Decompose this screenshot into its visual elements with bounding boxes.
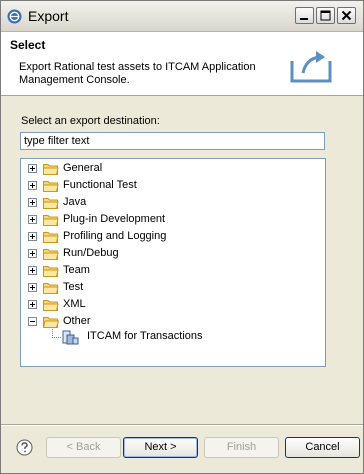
tree-item-java[interactable]: Java [21, 195, 321, 211]
expand-icon[interactable] [28, 249, 37, 258]
tree-item-team[interactable]: Team [21, 263, 321, 279]
tree-item-label: ITCAM for Transactions [85, 330, 205, 342]
export-dialog: Export Select Export Rational test asset… [0, 0, 364, 474]
tree-item-functional-test[interactable]: Functional Test [21, 178, 321, 194]
expand-icon[interactable] [28, 283, 37, 292]
expand-icon[interactable] [28, 181, 37, 190]
tree-connector [52, 337, 61, 338]
eclipse-icon [7, 9, 22, 24]
tree-item-profiling-and-logging[interactable]: Profiling and Logging [21, 229, 321, 245]
expand-icon[interactable] [28, 266, 37, 275]
filter-input[interactable] [20, 132, 325, 150]
next-button[interactable]: Next > [123, 437, 198, 458]
export-wizard-icon [290, 51, 332, 83]
folder-icon [43, 266, 59, 277]
tree-item-run-debug[interactable]: Run/Debug [21, 246, 321, 262]
tree-item-label: Test [63, 281, 84, 293]
cancel-button[interactable]: Cancel [285, 437, 360, 458]
folder-icon [43, 198, 59, 209]
tree-item-general[interactable]: General [21, 161, 321, 177]
title-bar: Export [1, 1, 363, 32]
tree-item-plug-in-development[interactable]: Plug-in Development [21, 212, 321, 228]
expand-icon[interactable] [28, 232, 37, 241]
expand-icon[interactable] [28, 300, 37, 309]
back-button[interactable]: < Back [46, 437, 121, 458]
folder-icon [43, 215, 59, 226]
wizard-header: Select Export Rational test assets to IT… [1, 32, 363, 96]
expand-icon[interactable] [28, 198, 37, 207]
page-description: Export Rational test assets to ITCAM App… [19, 61, 256, 86]
tree-item-label: Team [63, 264, 90, 276]
close-button[interactable] [337, 7, 356, 24]
maximize-button[interactable] [316, 7, 335, 24]
tree-item-label: Plug-in Development [63, 213, 166, 225]
tree-item-label: Java [63, 196, 87, 208]
tree-item-label: Run/Debug [63, 247, 119, 259]
close-icon [341, 10, 352, 21]
tree-item-label: XML [63, 298, 86, 310]
button-bar-separator [1, 424, 363, 426]
expand-icon[interactable] [28, 164, 37, 173]
folder-icon [43, 283, 59, 294]
folder-icon [43, 249, 59, 260]
tree-item-xml[interactable]: XML [21, 297, 321, 313]
itcam-icon [62, 330, 79, 345]
tree-item-other[interactable]: Other [21, 314, 321, 330]
maximize-icon [320, 10, 331, 21]
tree-item-label: General [63, 162, 103, 174]
collapse-icon[interactable] [28, 317, 37, 326]
destination-label: Select an export destination: [21, 115, 160, 127]
folder-icon [43, 232, 59, 243]
tree-item-label: Profiling and Logging [63, 230, 167, 242]
destination-tree[interactable]: General Functional Test Java Plug-in Dev… [20, 158, 326, 367]
tree-item-label: Other [63, 315, 91, 327]
tree-item-label: Functional Test [63, 179, 137, 191]
open-folder-icon [43, 317, 59, 328]
minimize-icon [300, 18, 308, 20]
folder-icon [43, 181, 59, 192]
help-icon[interactable] [16, 439, 33, 456]
folder-icon [43, 164, 59, 175]
expand-icon[interactable] [28, 215, 37, 224]
minimize-button[interactable] [295, 7, 314, 24]
finish-button[interactable]: Finish [204, 437, 279, 458]
tree-item-test[interactable]: Test [21, 280, 321, 296]
window-title: Export [28, 8, 69, 24]
folder-icon [43, 300, 59, 311]
page-title: Select [10, 38, 46, 52]
